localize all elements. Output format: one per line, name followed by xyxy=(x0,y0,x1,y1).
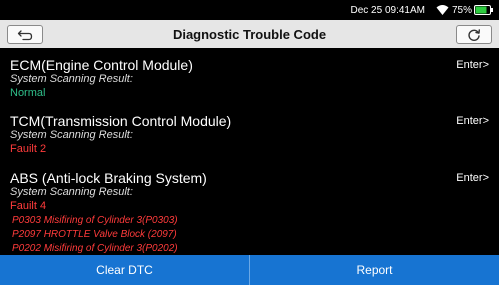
module-abs: ABS (Anti-lock Braking System) System Sc… xyxy=(10,170,489,256)
module-list: ECM(Engine Control Module) System Scanni… xyxy=(0,48,499,255)
module-name: ABS (Anti-lock Braking System) xyxy=(10,170,207,186)
clear-dtc-button[interactable]: Clear DTC xyxy=(0,255,249,285)
scan-result-value: Normal xyxy=(10,87,46,99)
module-name: TCM(Transmission Control Module) xyxy=(10,113,232,129)
battery-percent: 75% xyxy=(451,5,472,16)
enter-button-abs[interactable]: Enter> xyxy=(456,172,489,184)
page-title: Diagnostic Trouble Code xyxy=(172,27,327,42)
report-button[interactable]: Report xyxy=(250,255,499,285)
module-tcm: TCM(Transmission Control Module) System … xyxy=(10,113,489,156)
scan-result-label: System Scanning Result: xyxy=(10,73,133,85)
scan-result-value: Fauilt 2 xyxy=(10,143,47,155)
refresh-button[interactable] xyxy=(456,25,492,44)
dtc-item: P0303 Misifiring of Cylinder 3(P0303) xyxy=(12,215,178,226)
status-time: Dec 25 09:41AM xyxy=(350,5,426,16)
enter-button-ecm[interactable]: Enter> xyxy=(456,59,489,71)
title-bar: Diagnostic Trouble Code xyxy=(0,20,499,48)
dtc-item: P0202 Misifiring of Cylinder 3(P0202) xyxy=(12,243,178,254)
scan-result-label: System Scanning Result: xyxy=(10,186,133,198)
dtc-item: P2097 HROTTLE Valve Block (2097) xyxy=(12,229,177,240)
scan-result-label: System Scanning Result: xyxy=(10,129,133,141)
wifi-icon xyxy=(436,5,449,15)
module-ecm: ECM(Engine Control Module) System Scanni… xyxy=(10,57,489,100)
refresh-icon xyxy=(468,28,480,41)
footer-bar: Clear DTC Report xyxy=(0,255,499,285)
status-bar: Dec 25 09:41AM 75% xyxy=(0,0,499,20)
module-name: ECM(Engine Control Module) xyxy=(10,57,193,73)
dtc-list: P0303 Misifiring of Cylinder 3(P0303) P2… xyxy=(10,214,489,256)
enter-button-tcm[interactable]: Enter> xyxy=(456,115,489,127)
battery-icon xyxy=(474,5,493,15)
scan-result-value: Fauilt 4 xyxy=(10,200,47,212)
